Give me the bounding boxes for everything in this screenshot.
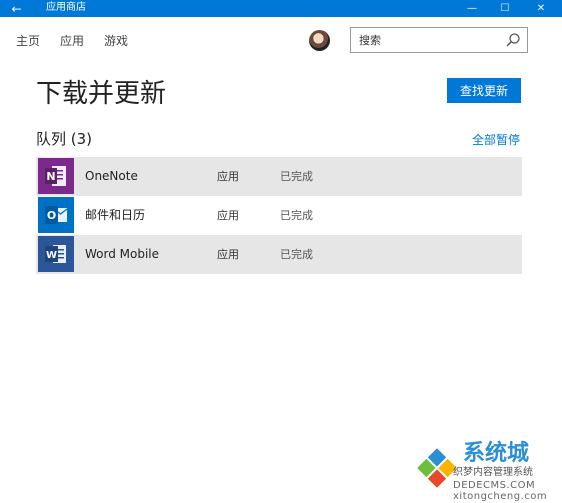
nav-games[interactable]: 游戏 — [104, 34, 128, 48]
back-arrow-icon: ← — [11, 1, 22, 16]
close-button[interactable]: ✕ — [524, 0, 558, 17]
app-type: 应用 — [217, 248, 239, 261]
nav-apps[interactable]: 应用 — [60, 34, 84, 48]
app-type: 应用 — [217, 170, 239, 183]
window-title: 应用商店 — [46, 2, 86, 13]
back-button[interactable]: ← — [0, 0, 33, 17]
app-name: Word Mobile — [85, 247, 160, 261]
app-status: 已完成 — [280, 209, 313, 222]
windows-logo-icon — [417, 448, 457, 488]
pause-all-link[interactable]: 全部暂停 — [472, 133, 520, 147]
minimize-icon: — — [467, 3, 477, 14]
check-updates-button[interactable]: 查找更新 — [447, 78, 521, 103]
queue-heading: 队列 (3) — [36, 130, 93, 148]
maximize-icon: ☐ — [500, 3, 510, 14]
queue-list: N OneNote 应用 已完成 O 邮件和日历 应用 已完成 W Word M… — [36, 157, 522, 274]
word-icon: W — [38, 236, 74, 272]
title-bar: ← 应用商店 — ☐ ✕ — [0, 0, 562, 17]
app-status: 已完成 — [280, 170, 313, 183]
app-name: 邮件和日历 — [85, 208, 146, 222]
close-icon: ✕ — [536, 3, 546, 14]
watermark-brand: 系统城 — [463, 441, 530, 466]
search-icon[interactable] — [505, 32, 521, 48]
svg-text:N: N — [46, 170, 55, 183]
page-title: 下载并更新 — [36, 79, 167, 109]
outlook-icon: O — [38, 197, 74, 233]
list-item[interactable]: W Word Mobile 应用 已完成 — [36, 235, 522, 274]
nav-home[interactable]: 主页 — [16, 34, 40, 48]
minimize-button[interactable]: — — [455, 0, 489, 17]
onenote-icon: N — [38, 158, 74, 194]
maximize-button[interactable]: ☐ — [488, 0, 522, 17]
app-status: 已完成 — [280, 248, 313, 261]
app-name: OneNote — [85, 169, 138, 183]
watermark-site: xitongcheng.com — [453, 491, 548, 502]
svg-text:W: W — [46, 250, 57, 261]
list-item[interactable]: O 邮件和日历 应用 已完成 — [36, 196, 522, 235]
avatar[interactable] — [309, 30, 330, 51]
search-box[interactable] — [350, 27, 528, 53]
app-type: 应用 — [217, 209, 239, 222]
svg-text:O: O — [47, 209, 56, 222]
watermark-subtitle: 织梦内容管理系统 — [453, 467, 533, 478]
watermark: 系统城 织梦内容管理系统 DEDECMS.COM xitongcheng.com — [405, 436, 562, 503]
search-input[interactable] — [359, 28, 499, 52]
list-item[interactable]: N OneNote 应用 已完成 — [36, 157, 522, 196]
